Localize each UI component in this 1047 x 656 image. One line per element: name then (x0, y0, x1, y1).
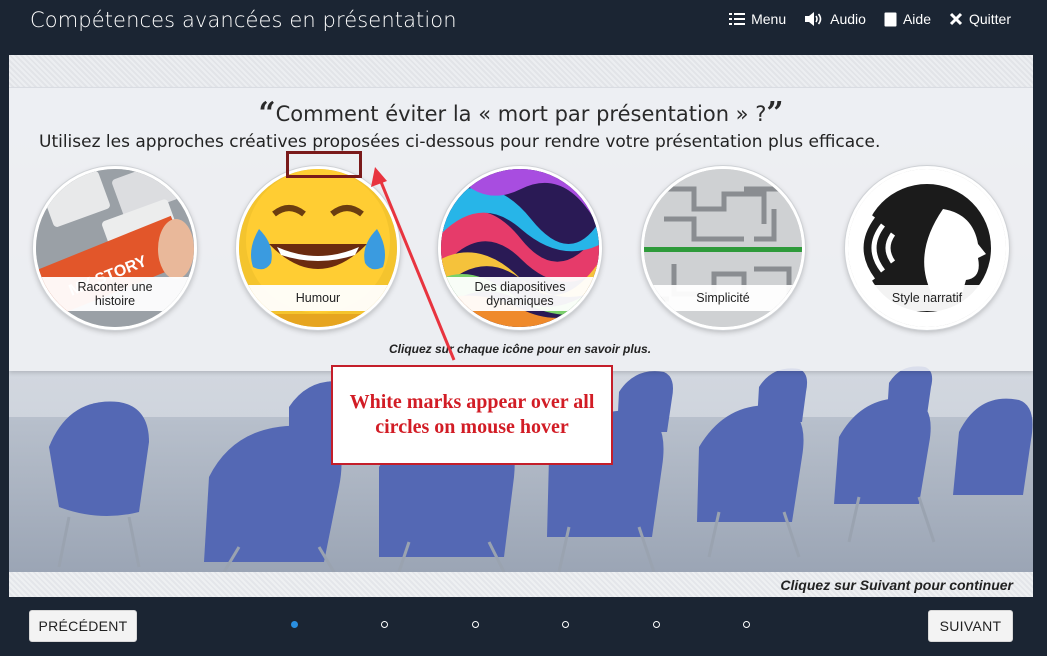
help-document-icon (884, 12, 897, 27)
app-title: Compétences avancées en présentation (30, 8, 457, 32)
next-button[interactable]: SUIVANT (928, 610, 1013, 642)
audio-label: Audio (830, 11, 866, 27)
circle-simplicity[interactable]: Simplicité (641, 166, 805, 330)
menu-icon (729, 12, 746, 26)
circle-image-frame: Style narratif (845, 166, 1009, 330)
stage-bottom-strip: Cliquez sur Suivant pour continuer (9, 572, 1033, 597)
circle-humour[interactable]: Humour (236, 166, 400, 330)
progress-dot-6[interactable] (743, 621, 750, 628)
quit-label: Quitter (968, 11, 1011, 27)
content-panel: “Comment éviter la « mort par présentati… (9, 88, 1033, 371)
help-button[interactable]: Aide (884, 11, 931, 27)
click-icons-hint: Cliquez sur chaque icône pour en savoir … (389, 342, 652, 356)
progress-dot-3[interactable] (472, 621, 479, 628)
continue-hint: Cliquez sur Suivant pour continuer (780, 577, 1013, 593)
circle-caption: Des diapositives dynamiques (441, 277, 599, 311)
menu-label: Menu (751, 11, 787, 27)
circle-image-frame: MY STORY Raconter unehistoire (33, 166, 197, 330)
hover-mark-highlight-box (286, 151, 362, 178)
open-quote-mark: “ (258, 96, 276, 131)
progress-dot-4[interactable] (562, 621, 569, 628)
circle-image-frame: Des diapositives dynamiques (438, 166, 602, 330)
slide-stage: “Comment éviter la « mort par présentati… (9, 55, 1033, 597)
speaker-icon (804, 11, 824, 27)
circle-image-frame: Simplicité (641, 166, 805, 330)
audio-button[interactable]: Audio (804, 11, 866, 27)
circle-caption: Humour (239, 285, 397, 311)
circle-caption: Style narratif (848, 285, 1006, 311)
progress-dot-2[interactable] (381, 621, 388, 628)
menu-button[interactable]: Menu (729, 11, 786, 27)
circle-narrative-style[interactable]: Style narratif (845, 166, 1009, 330)
right-frame-edge (1033, 55, 1047, 597)
header-bar: Compétences avancées en présentation Men… (0, 0, 1047, 55)
stage-top-strip (9, 55, 1033, 87)
top-navigation: Menu Audio Aide Quitter (729, 11, 1011, 27)
circle-dynamic-slides[interactable]: Des diapositives dynamiques (438, 166, 602, 330)
question-heading: “Comment éviter la « mort par présentati… (9, 96, 1033, 131)
instruction-subtitle: Utilisez les approches créatives proposé… (39, 132, 881, 152)
circle-caption: Simplicité (644, 285, 802, 311)
footer-bar: PRÉCÉDENT SUIVANT (0, 597, 1047, 656)
progress-dot-5[interactable] (653, 621, 660, 628)
circle-image-frame: Humour (236, 166, 400, 330)
progress-dot-1[interactable] (291, 621, 298, 628)
close-quote-mark: ” (766, 96, 784, 131)
annotation-callout: White marks appear over all circles on mo… (331, 365, 613, 465)
circle-caption: Raconter une histoire (36, 277, 194, 311)
quit-button[interactable]: Quitter (949, 11, 1011, 27)
circle-storytelling[interactable]: MY STORY Raconter unehistoire (33, 166, 197, 330)
question-text: Comment éviter la « mort par présentatio… (275, 102, 767, 126)
close-icon (949, 12, 963, 26)
help-label: Aide (902, 11, 931, 27)
previous-button[interactable]: PRÉCÉDENT (29, 610, 137, 642)
